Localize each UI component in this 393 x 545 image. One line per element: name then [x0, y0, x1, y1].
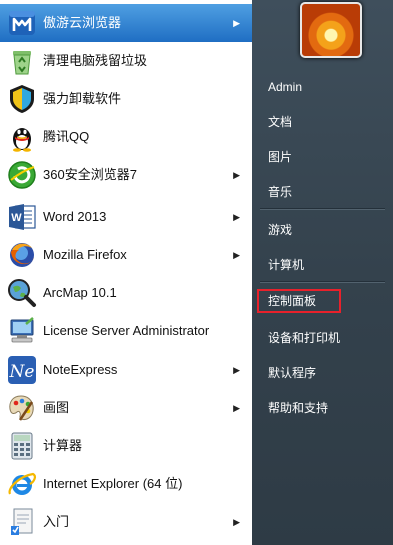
link-help-support[interactable]: 帮助和支持	[268, 397, 328, 419]
license-server-icon	[10, 317, 34, 343]
program-label: NoteExpress	[43, 362, 118, 377]
separator	[260, 208, 385, 210]
program-item-uninstaller[interactable]: 强力卸载软件	[0, 80, 252, 118]
submenu-arrow-icon: ▶	[233, 403, 240, 413]
word-icon: W	[9, 204, 36, 230]
firefox-icon	[10, 243, 34, 267]
programs-pane: 傲游云浏览器 ▶ 清理电脑残留垃圾 强力卸载软件 腾讯QQ 360安全浏览器7 …	[0, 0, 252, 545]
program-label: 计算器	[43, 438, 83, 453]
submenu-arrow-icon: ▶	[233, 250, 240, 260]
program-item-qq[interactable]: 腾讯QQ	[0, 118, 252, 156]
program-label: ArcMap 10.1	[43, 285, 117, 300]
program-item-internet-explorer[interactable]: Internet Explorer (64 位)	[0, 465, 252, 503]
program-item-arcmap[interactable]: ArcMap 10.1	[0, 274, 252, 312]
program-item-paint[interactable]: 画图 ▶	[0, 389, 252, 427]
program-label: 入门	[43, 514, 70, 529]
submenu-arrow-icon: ▶	[233, 212, 240, 222]
link-games[interactable]: 游戏	[268, 219, 292, 241]
user-avatar-flower-icon[interactable]	[300, 2, 362, 58]
link-admin[interactable]: Admin	[268, 76, 302, 98]
program-item-cleanup[interactable]: 清理电脑残留垃圾	[0, 42, 252, 80]
recycle-bin-icon	[13, 51, 31, 75]
program-item-maxthon[interactable]: 傲游云浏览器 ▶	[0, 4, 252, 42]
link-devices-printers[interactable]: 设备和打印机	[268, 327, 340, 349]
program-label: 腾讯QQ	[43, 129, 90, 144]
program-item-noteexpress[interactable]: Ne NoteExpress ▶	[0, 351, 252, 389]
qq-penguin-icon	[13, 128, 31, 152]
program-item-getting-started[interactable]: 入门 ▶	[0, 503, 252, 541]
submenu-arrow-icon: ▶	[233, 18, 240, 28]
program-label: Internet Explorer (64 位)	[43, 476, 183, 491]
svg-text:W: W	[11, 212, 22, 224]
link-default-programs[interactable]: 默认程序	[268, 362, 316, 384]
internet-explorer-icon	[8, 472, 36, 495]
submenu-arrow-icon: ▶	[233, 170, 240, 180]
noteexpress-icon: Ne	[8, 356, 36, 384]
separator	[260, 281, 385, 283]
link-pictures[interactable]: 图片	[268, 146, 292, 168]
arcmap-icon	[8, 279, 36, 307]
start-menu-right-pane: Admin 文档 图片 音乐 游戏 计算机 控制面板 设备和打印机 默认程序 帮…	[252, 0, 393, 545]
program-item-calculator[interactable]: 计算器	[0, 427, 252, 465]
maxthon-icon	[9, 11, 35, 35]
getting-started-icon	[11, 508, 33, 535]
program-label: 清理电脑残留垃圾	[43, 53, 148, 68]
program-label: 傲游云浏览器	[43, 15, 122, 30]
program-label: Mozilla Firefox	[43, 247, 127, 262]
program-item-360-browser[interactable]: 360安全浏览器7 ▶	[0, 156, 252, 194]
link-music[interactable]: 音乐	[268, 181, 292, 203]
program-item-license-server[interactable]: License Server Administrator	[0, 312, 252, 350]
svg-text:Ne: Ne	[9, 362, 35, 382]
link-documents[interactable]: 文档	[268, 111, 292, 133]
submenu-arrow-icon: ▶	[233, 365, 240, 375]
program-label: License Server Administrator	[43, 323, 210, 338]
link-control-panel[interactable]: 控制面板	[268, 290, 316, 312]
360-browser-icon	[8, 161, 36, 189]
program-item-firefox[interactable]: Mozilla Firefox ▶	[0, 236, 252, 274]
program-label: 360安全浏览器7	[43, 167, 137, 182]
calculator-icon	[11, 432, 33, 460]
submenu-arrow-icon: ▶	[233, 517, 240, 527]
program-label: Word 2013	[43, 209, 107, 224]
program-item-word[interactable]: W Word 2013 ▶	[0, 198, 252, 236]
link-computer[interactable]: 计算机	[268, 254, 304, 276]
paint-icon	[9, 395, 34, 421]
program-label: 画图	[43, 400, 70, 415]
program-label: 强力卸载软件	[43, 91, 122, 106]
uninstaller-icon	[10, 85, 34, 113]
